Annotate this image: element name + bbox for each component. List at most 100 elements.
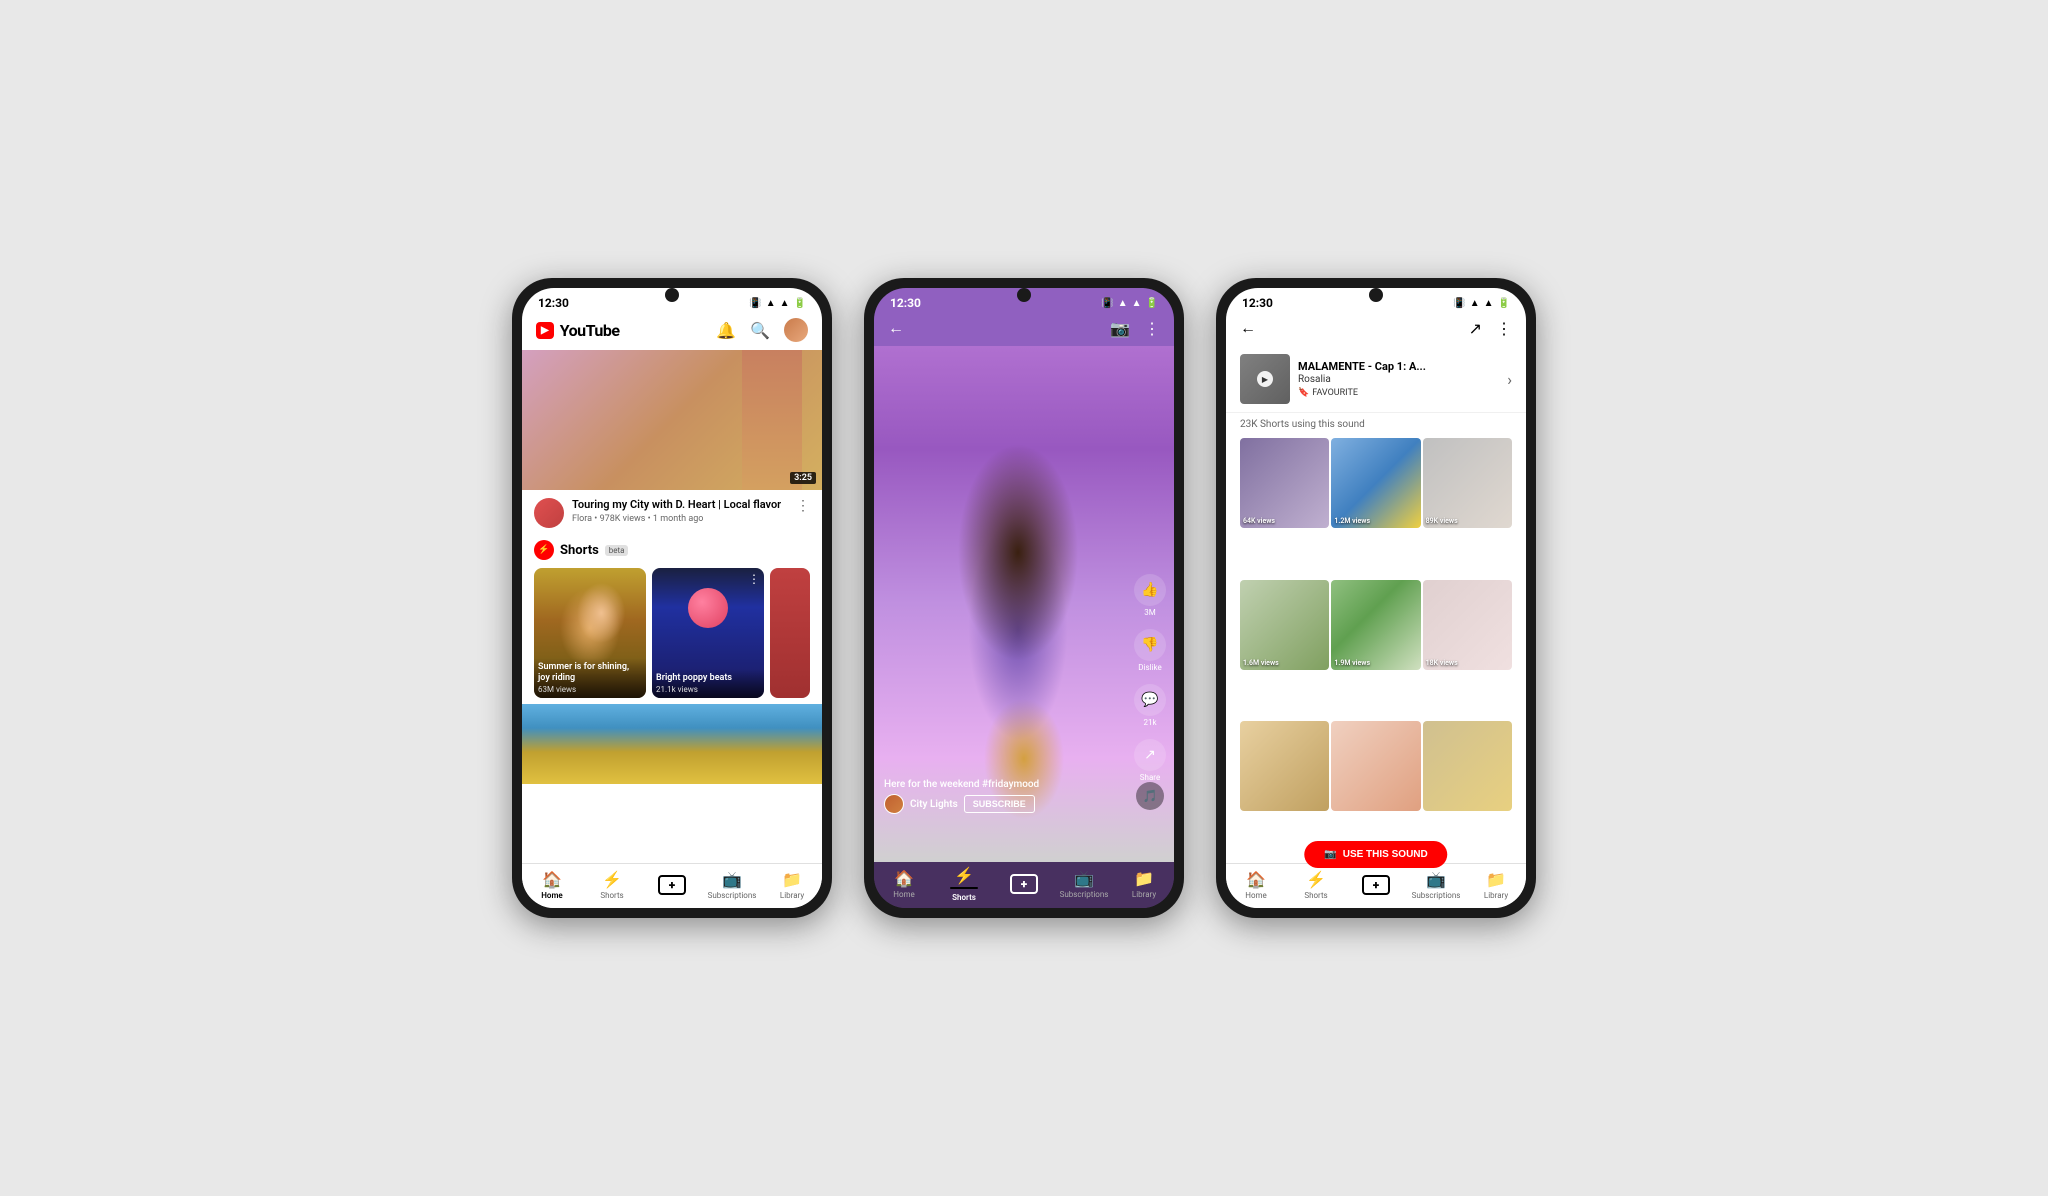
nav-shorts-3[interactable]: ⚡ Shorts [1286, 870, 1346, 900]
user-avatar[interactable] [784, 318, 808, 342]
nav-shorts-label-2: Shorts [952, 893, 976, 902]
nav-shorts-1[interactable]: ⚡ Shorts [582, 870, 642, 900]
shorts-nav-icon-1: ⚡ [602, 870, 622, 889]
yt-icon: ▶ [536, 322, 554, 339]
more-icon-3[interactable]: ⋮ [1496, 319, 1512, 338]
signal-icon-3: ▲ [1484, 298, 1494, 309]
grid-thumb-8[interactable] [1331, 721, 1420, 811]
grid-thumb-9[interactable] [1423, 721, 1512, 811]
shorts-grid: Summer is for shining, joy riding 63M vi… [534, 568, 810, 698]
bottom-video-thumb[interactable] [522, 704, 822, 784]
share-label: Share [1140, 773, 1160, 782]
shorts-title: Shorts [560, 543, 599, 558]
nav-library-2[interactable]: 📁 Library [1114, 869, 1174, 899]
grid-thumb-5[interactable]: 1.9M views [1331, 580, 1420, 670]
back-button-3[interactable]: ← [1240, 318, 1256, 338]
nav-home-2[interactable]: 🏠 Home [874, 869, 934, 899]
share-action[interactable]: ↗ Share [1134, 739, 1166, 782]
grid-thumb-7[interactable] [1240, 721, 1329, 811]
shorts-beta-badge: beta [605, 545, 629, 556]
video-info: Touring my City with D. Heart | Local fl… [572, 498, 788, 524]
grid-thumb-6[interactable]: 18K views [1423, 580, 1512, 670]
sound-thumbnail[interactable]: ▶ [1240, 354, 1290, 404]
short-card-3[interactable] [770, 568, 810, 698]
short-card-2-views: 21.1k views [656, 685, 760, 694]
use-this-sound-button[interactable]: 📷 USE THIS SOUND [1304, 841, 1447, 868]
grid-view-1: 64K views [1243, 517, 1275, 525]
bottom-nav-1: 🏠 Home ⚡ Shorts + 📺 Subscriptions 📁 Libr… [522, 863, 822, 908]
nav-subscriptions-3[interactable]: 📺 Subscriptions [1406, 870, 1466, 900]
short-card-1-label: Summer is for shining, joy riding 63M vi… [534, 658, 646, 698]
thumb-person [742, 350, 802, 490]
short-card-1-title: Summer is for shining, joy riding [538, 662, 642, 684]
camera-icon[interactable]: 📷 [1110, 319, 1130, 338]
nav-create-3[interactable]: + [1346, 875, 1406, 895]
subscriptions-icon-1: 📺 [722, 870, 742, 889]
sound-title: MALAMENTE - Cap 1: A... [1298, 360, 1499, 373]
grid-thumb-2[interactable]: 1.2M views [1331, 438, 1420, 528]
grid-thumb-3[interactable]: 89K views [1423, 438, 1512, 528]
short-more-button[interactable]: ⋮ [748, 572, 760, 586]
video-title[interactable]: Touring my City with D. Heart | Local fl… [572, 498, 788, 512]
play-button[interactable]: ▶ [1257, 371, 1273, 387]
nav-home-3[interactable]: 🏠 Home [1226, 870, 1286, 900]
more-icon-2[interactable]: ⋮ [1144, 319, 1160, 338]
nav-subscriptions-2[interactable]: 📺 Subscriptions [1054, 869, 1114, 899]
nav-library-label-1: Library [780, 891, 804, 900]
nav-create-1[interactable]: + [642, 875, 702, 895]
video-info-row: Touring my City with D. Heart | Local fl… [522, 490, 822, 536]
short-card-2[interactable]: ⋮ Bright poppy beats 21.1k views [652, 568, 764, 698]
share-icon: ↗ [1134, 739, 1166, 771]
phone-3-screen: 12:30 📳 ▲ ▲ 🔋 ← ↗ ⋮ ▶ MALAMENTE - Cap 1:… [1226, 288, 1526, 908]
featured-video-thumb[interactable]: 3:25 [522, 350, 822, 490]
phone-1-screen: 12:30 📳 ▲ ▲ 🔋 ▶ YouTube 🔔 🔍 [522, 288, 822, 908]
video-duration: 3:25 [790, 472, 816, 484]
nav-library-3[interactable]: 📁 Library [1466, 870, 1526, 900]
sound-favourite[interactable]: 🔖 FAVOURITE [1298, 388, 1499, 398]
subscribe-button[interactable]: SUBSCRIBE [964, 795, 1035, 813]
nav-create-2[interactable]: + [994, 874, 1054, 894]
phone-2: 12:30 📳 ▲ ▲ 🔋 ← 📷 ⋮ 👍 [864, 278, 1184, 918]
shorts-nav-icon-3: ⚡ [1306, 870, 1326, 889]
bottom-nav-3: 🏠 Home ⚡ Shorts + 📺 Subscriptions 📁 Libr… [1226, 863, 1526, 908]
nav-home-1[interactable]: 🏠 Home [522, 870, 582, 900]
shorts-video-bg[interactable]: 👍 3M 👎 Dislike 💬 21k ↗ Share [874, 346, 1174, 862]
nav-subscriptions-label-1: Subscriptions [708, 891, 757, 900]
status-time-2: 12:30 [890, 296, 921, 310]
channel-name: Flora [572, 514, 592, 524]
search-icon[interactable]: 🔍 [750, 321, 770, 340]
short-ball-graphic [688, 588, 728, 628]
nav-shorts-2[interactable]: ⚡ Shorts [934, 866, 994, 902]
sound-info-card: ▶ MALAMENTE - Cap 1: A... Rosalia 🔖 FAVO… [1226, 346, 1526, 413]
share-icon-3[interactable]: ↗ [1469, 319, 1482, 338]
notification-icon[interactable]: 🔔 [716, 321, 736, 340]
channel-avatar-2[interactable] [884, 794, 904, 814]
wifi-icon-3: ▲ [1470, 298, 1480, 309]
like-action[interactable]: 👍 3M [1134, 574, 1166, 617]
comment-icon: 💬 [1134, 684, 1166, 716]
phone1-header: ▶ YouTube 🔔 🔍 [522, 314, 822, 350]
comment-action[interactable]: 💬 21k [1134, 684, 1166, 727]
create-icon-3: + [1362, 875, 1390, 895]
chevron-right-icon[interactable]: › [1507, 370, 1512, 389]
create-icon-2: + [1010, 874, 1038, 894]
nav-home-label-1: Home [541, 891, 562, 900]
create-icon: + [658, 875, 686, 895]
short-card-1[interactable]: Summer is for shining, joy riding 63M vi… [534, 568, 646, 698]
nav-subscriptions-1[interactable]: 📺 Subscriptions [702, 870, 762, 900]
channel-avatar-1[interactable] [534, 498, 564, 528]
back-button-2[interactable]: ← [888, 318, 904, 338]
camera-icon-sound: 📷 [1324, 849, 1336, 860]
sound-button[interactable]: 🎵 [1136, 782, 1164, 810]
video-more-button[interactable]: ⋮ [796, 498, 810, 514]
grid-thumb-4[interactable]: 1.6M views [1240, 580, 1329, 670]
dislike-icon: 👎 [1134, 629, 1166, 661]
vibrate-icon: 📳 [749, 298, 761, 309]
subscriptions-icon-3: 📺 [1426, 870, 1446, 889]
phone-1: 12:30 📳 ▲ ▲ 🔋 ▶ YouTube 🔔 🔍 [512, 278, 832, 918]
dislike-action[interactable]: 👎 Dislike [1134, 629, 1166, 672]
grid-thumb-1[interactable]: 64K views [1240, 438, 1329, 528]
short-card-2-title: Bright poppy beats [656, 673, 760, 684]
nav-library-1[interactable]: 📁 Library [762, 870, 822, 900]
status-icons-3: 📳 ▲ ▲ 🔋 [1453, 298, 1510, 309]
